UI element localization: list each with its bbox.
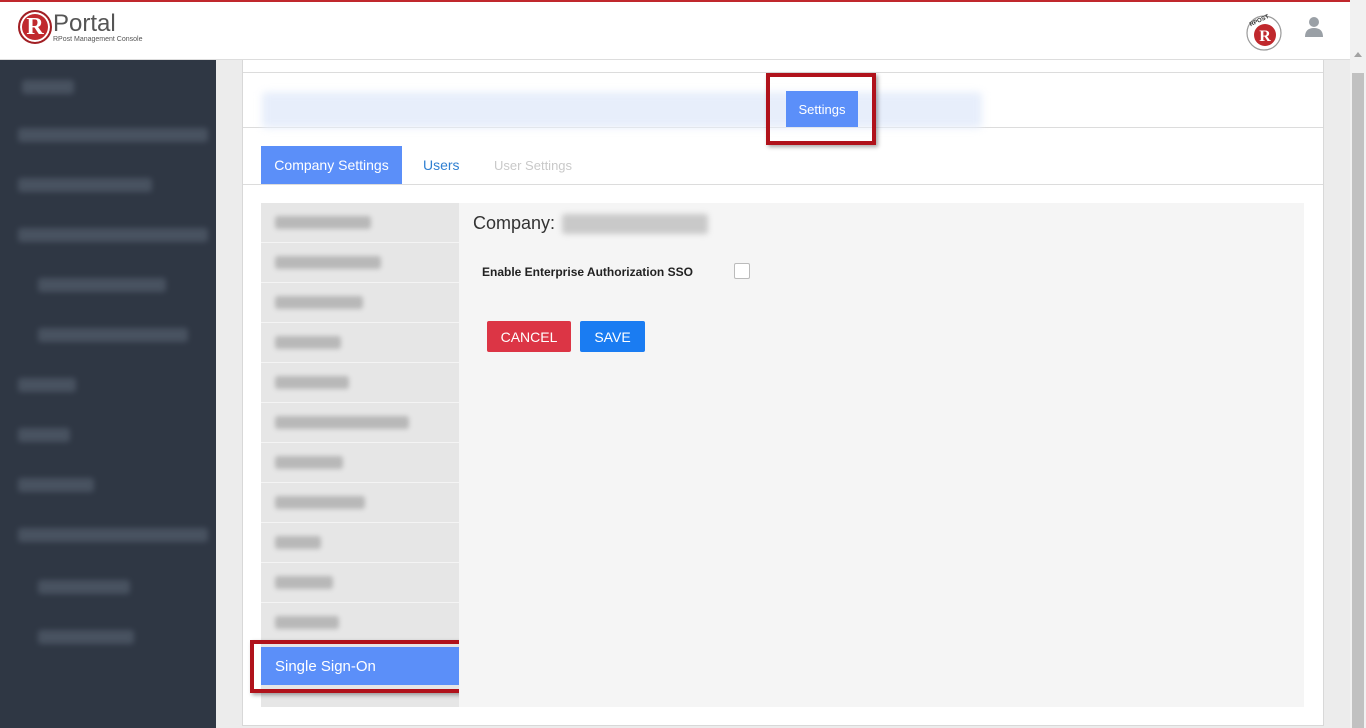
tab-users[interactable]: Users	[423, 146, 460, 184]
menu-item[interactable]	[261, 363, 459, 403]
sidebar-nav	[0, 60, 216, 728]
sso-enable-label: Enable Enterprise Authorization SSO	[482, 265, 693, 279]
logo-title: Portal	[53, 10, 116, 37]
company-name-redacted	[562, 214, 708, 234]
menu-item[interactable]	[261, 443, 459, 483]
sidebar-item[interactable]	[18, 478, 94, 492]
user-icon[interactable]	[1304, 16, 1324, 38]
divider	[243, 184, 1323, 185]
menu-item[interactable]	[261, 403, 459, 443]
menu-item[interactable]	[261, 283, 459, 323]
company-settings-menu	[261, 203, 459, 707]
sidebar-item[interactable]	[18, 178, 152, 192]
tab-user-settings: User Settings	[494, 157, 573, 173]
scroll-up-icon[interactable]	[1354, 52, 1362, 57]
divider	[243, 72, 1323, 73]
tab-settings[interactable]: Settings	[786, 91, 858, 127]
sidebar-item[interactable]	[18, 128, 208, 142]
menu-item-single-sign-on[interactable]: Single Sign-On	[261, 647, 459, 685]
menu-item[interactable]	[261, 243, 459, 283]
menu-item[interactable]	[261, 483, 459, 523]
menu-item[interactable]	[261, 523, 459, 563]
menu-item[interactable]	[261, 563, 459, 603]
scrollbar-thumb[interactable]	[1352, 73, 1364, 728]
app-header: R Portal RPost Management Console R RPOS…	[0, 2, 1350, 60]
sidebar-item[interactable]	[18, 528, 208, 542]
sidebar-item[interactable]	[18, 378, 76, 392]
top-tabs-bar[interactable]	[262, 92, 982, 128]
sidebar-subitem[interactable]	[38, 328, 188, 342]
sidebar-item[interactable]	[22, 80, 74, 94]
sso-enable-checkbox[interactable]	[734, 263, 750, 279]
cancel-button[interactable]: CANCEL	[487, 321, 571, 352]
sidebar-subitem[interactable]	[38, 278, 166, 292]
badge-letter: R	[1259, 28, 1271, 45]
rpost-badge-icon[interactable]: R RPOST	[1244, 13, 1284, 51]
sidebar-item[interactable]	[18, 228, 208, 242]
logo-subtitle: RPost Management Console	[53, 36, 143, 43]
rportal-logo[interactable]: R Portal RPost Management Console	[18, 10, 143, 44]
menu-item[interactable]	[261, 323, 459, 363]
sidebar-subitem[interactable]	[38, 580, 130, 594]
sidebar-item[interactable]	[18, 428, 70, 442]
tab-company-settings[interactable]: Company Settings	[261, 146, 402, 184]
company-label: Company:	[473, 213, 556, 233]
menu-item[interactable]	[261, 203, 459, 243]
save-button[interactable]: SAVE	[580, 321, 645, 352]
sidebar-subitem[interactable]	[38, 630, 134, 644]
menu-item[interactable]	[261, 603, 459, 643]
logo-r-mark: R	[18, 10, 52, 44]
